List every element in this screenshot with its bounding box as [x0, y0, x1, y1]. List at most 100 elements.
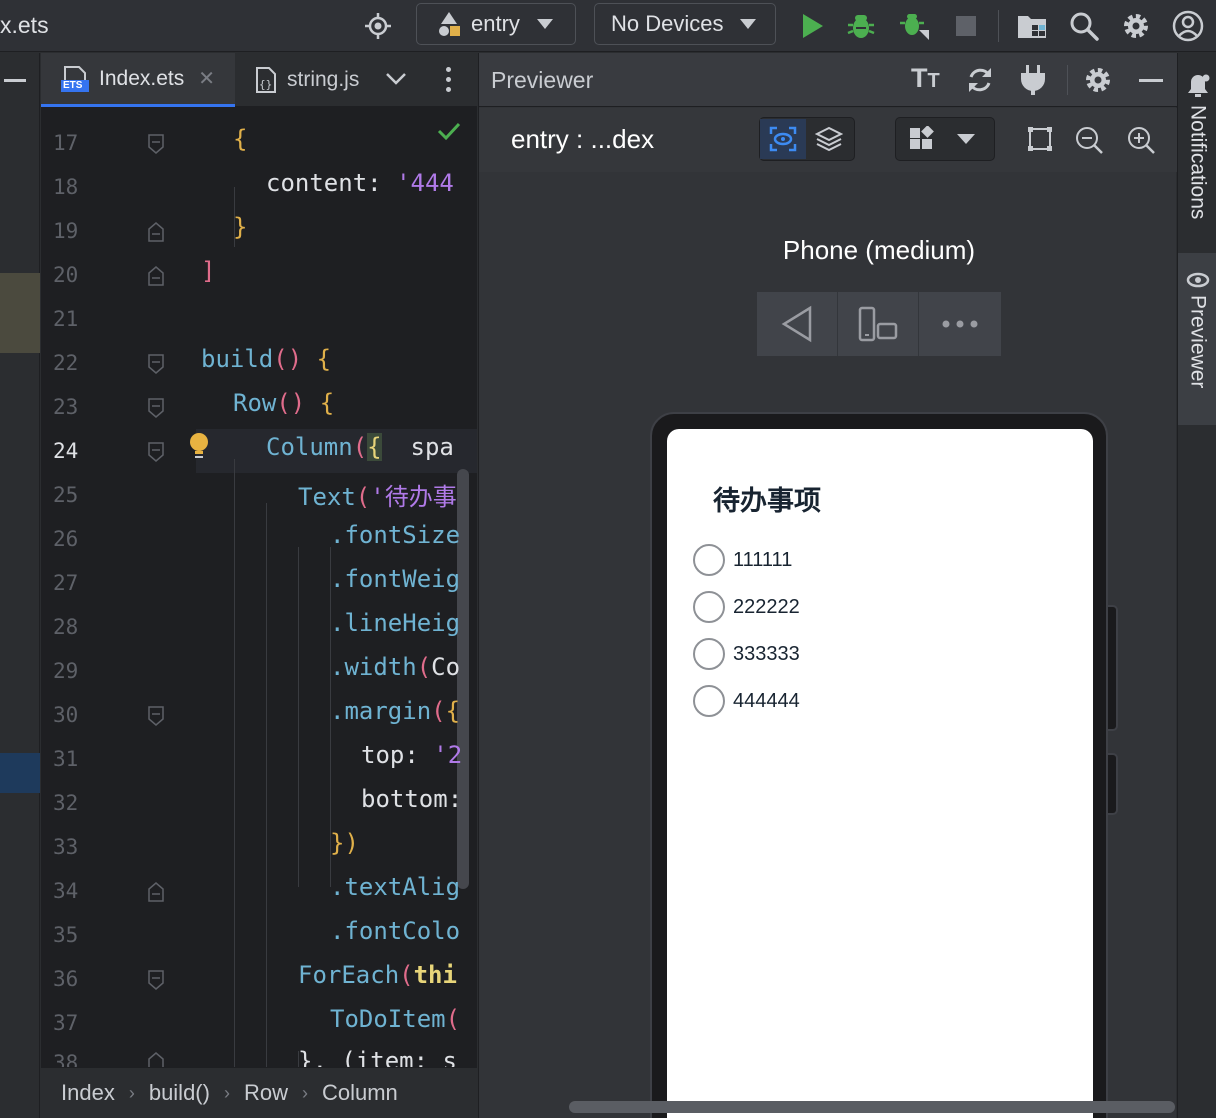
selection-marker: [0, 753, 40, 793]
chevron-down-icon[interactable]: [385, 71, 407, 92]
inspector-icon[interactable]: [760, 119, 806, 159]
fold-marker-icon[interactable]: [148, 398, 164, 418]
tab-label: Index.ets: [99, 66, 185, 90]
previewer-header: Previewer TT: [479, 53, 1177, 107]
attach-debugger-icon[interactable]: [897, 8, 933, 44]
close-icon[interactable]: ✕: [198, 66, 215, 91]
run-icon[interactable]: [794, 8, 830, 44]
code-area[interactable]: 17 18 19 20 21 22 23 24 25 26 27 28 29 3…: [41, 107, 477, 1067]
more-horizontal-icon[interactable]: [919, 292, 1000, 356]
left-tool-strip: [0, 53, 40, 1118]
line-number: 27: [53, 571, 79, 595]
module-icon: [435, 10, 463, 38]
line-number: 34: [53, 879, 79, 903]
line-number: 38: [53, 1051, 79, 1067]
more-vertical-icon[interactable]: [446, 67, 454, 92]
component-selector[interactable]: [895, 117, 995, 161]
todo-radio[interactable]: [693, 685, 725, 717]
code-line-31: top: '2: [361, 741, 463, 769]
fit-screen-icon[interactable]: [1027, 126, 1053, 157]
line-number: 31: [53, 747, 79, 771]
highlight-marker: [0, 273, 40, 353]
chevron-down-icon: [739, 18, 757, 30]
line-number: 21: [53, 307, 79, 331]
todo-title: 待办事项: [713, 486, 821, 516]
line-number: 26: [53, 527, 79, 551]
todo-item[interactable]: 444444: [693, 684, 800, 718]
todo-item[interactable]: 111111: [693, 543, 792, 577]
fold-marker-icon[interactable]: [148, 134, 164, 154]
fold-marker-icon[interactable]: [148, 354, 164, 374]
module-selector[interactable]: entry: [416, 3, 576, 45]
todo-radio[interactable]: [693, 591, 725, 623]
main-toolbar: x.ets entry No Devices: [0, 0, 1216, 52]
line-number: 33: [53, 835, 79, 859]
fold-marker-icon[interactable]: [148, 1052, 164, 1067]
header-divider: [1067, 65, 1068, 95]
breadcrumb-item[interactable]: Column: [322, 1080, 398, 1106]
code-line-20: ]: [201, 257, 216, 285]
breadcrumb-item[interactable]: Index: [61, 1080, 115, 1106]
line-number: 18: [53, 175, 79, 199]
fold-marker-icon[interactable]: [148, 442, 164, 462]
target-icon[interactable]: [360, 8, 396, 44]
horizontal-scrollbar[interactable]: [569, 1101, 1175, 1113]
line-number: 22: [53, 351, 79, 375]
rotate-device-icon[interactable]: [838, 292, 919, 356]
gear-icon[interactable]: [1118, 8, 1154, 44]
chevron-down-icon: [956, 133, 976, 145]
device-selector[interactable]: No Devices: [594, 3, 776, 45]
account-icon[interactable]: [1170, 8, 1206, 44]
lightbulb-icon[interactable]: [187, 431, 211, 466]
ets-badge: ETS: [63, 79, 83, 91]
module-label: entry: [471, 11, 520, 36]
todo-item[interactable]: 222222: [693, 590, 800, 624]
code-line-37: ToDoItem(: [330, 1005, 461, 1033]
fold-marker-icon[interactable]: [148, 266, 164, 286]
notifications-tool-tab[interactable]: Notifications: [1178, 73, 1216, 219]
layers-icon[interactable]: [806, 119, 852, 159]
font-size-icon[interactable]: TT: [911, 63, 940, 94]
phone-side-button: [1108, 605, 1118, 731]
todo-item[interactable]: 333333: [693, 637, 800, 671]
bell-icon: [1186, 73, 1210, 99]
fold-marker-icon[interactable]: [148, 222, 164, 242]
stop-icon[interactable]: [948, 8, 984, 44]
search-icon[interactable]: [1066, 8, 1102, 44]
fold-marker-icon[interactable]: [148, 706, 164, 726]
debug-icon[interactable]: [843, 8, 879, 44]
minimize-icon[interactable]: [4, 79, 26, 82]
chevron-right-icon: ›: [223, 1082, 230, 1103]
project-structure-icon[interactable]: [1014, 8, 1050, 44]
minimize-icon[interactable]: [1139, 79, 1163, 82]
eye-icon: [1186, 271, 1210, 289]
gear-icon[interactable]: [1083, 65, 1113, 100]
plugin-icon[interactable]: [1017, 63, 1049, 102]
todo-radio[interactable]: [693, 638, 725, 670]
fold-marker-icon[interactable]: [148, 970, 164, 990]
tab-index-ets[interactable]: ETS Index.ets ✕: [41, 53, 235, 107]
check-icon: [437, 121, 461, 146]
refresh-icon[interactable]: [965, 65, 995, 100]
zoom-in-icon[interactable]: [1127, 126, 1155, 159]
line-number: 28: [53, 615, 79, 639]
window-title: x.ets: [0, 12, 49, 38]
breadcrumb-item[interactable]: Row: [244, 1080, 288, 1106]
previewer-tool-tab[interactable]: Previewer: [1178, 253, 1216, 425]
line-number: 35: [53, 923, 79, 947]
zoom-out-icon[interactable]: [1075, 126, 1103, 159]
line-number: 30: [53, 703, 79, 727]
back-icon[interactable]: [757, 292, 838, 356]
code-line-23: Row() {: [233, 389, 335, 417]
fold-marker-icon[interactable]: [148, 882, 164, 902]
breadcrumb-item[interactable]: build(): [149, 1080, 210, 1106]
phone-side-button: [1108, 753, 1118, 815]
todo-radio[interactable]: [693, 544, 725, 576]
indent-guide: [298, 547, 299, 887]
line-number: 25: [53, 483, 79, 507]
editor-tabs: ETS Index.ets ✕ {} string.js: [41, 53, 477, 107]
todo-label: 333333: [733, 642, 800, 665]
code-line-27: .fontWeig: [330, 565, 461, 593]
code-line-17: {: [233, 125, 248, 153]
line-number: 37: [53, 1011, 79, 1035]
